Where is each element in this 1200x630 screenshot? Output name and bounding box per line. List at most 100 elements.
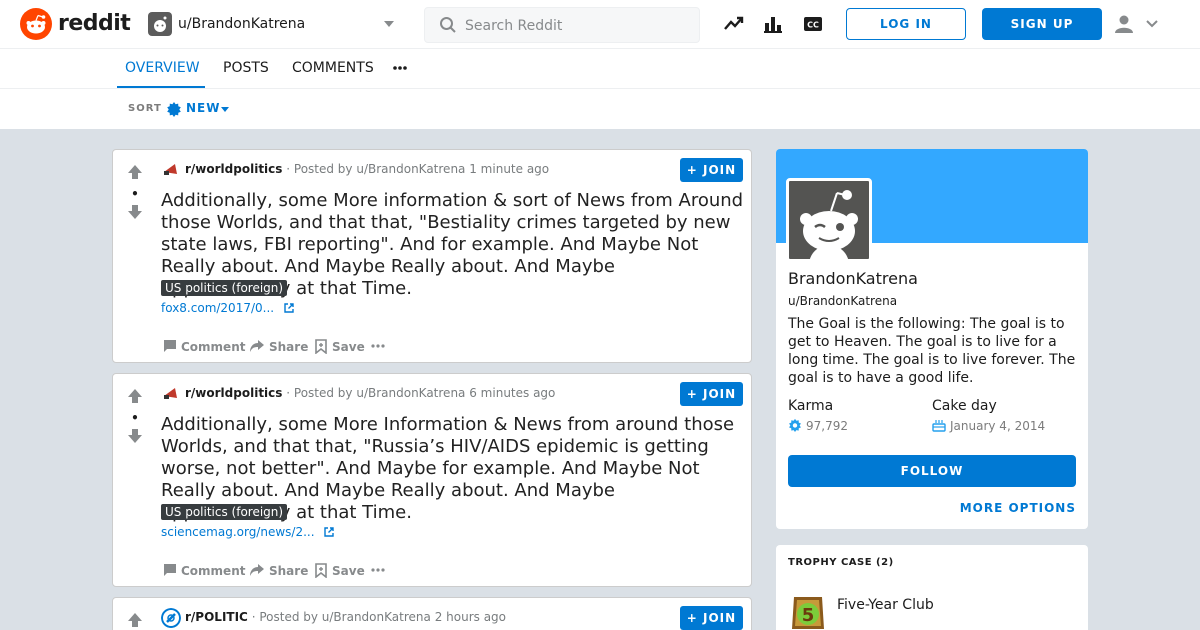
vote-column: • [125, 162, 145, 226]
subreddit-link[interactable]: r/worldpolitics [185, 386, 282, 400]
link-text: sciencemag.org/news/2... [161, 525, 315, 539]
user-avatar-icon [148, 12, 172, 36]
cakeday-label: Cake day [932, 398, 997, 414]
search-placeholder: Search Reddit [465, 18, 563, 34]
stats-icon[interactable] [761, 12, 785, 36]
top-header: reddit u/BrandonKatrena Search Reddit CC… [0, 0, 1200, 49]
trophy-case-title: TROPHY CASE (2) [788, 557, 894, 568]
upvote-icon[interactable] [125, 386, 145, 406]
subreddit-icon[interactable] [161, 160, 181, 180]
posted-by[interactable]: · Posted by u/BrandonKatrena [286, 386, 465, 400]
tab-comments[interactable]: COMMENTS [292, 60, 374, 76]
user-icon [1115, 15, 1133, 33]
comment-icon[interactable] [163, 563, 177, 577]
comment-icon[interactable] [163, 339, 177, 353]
post-time[interactable]: 6 minutes ago [469, 386, 555, 400]
chevron-down-icon [384, 21, 394, 27]
subreddit-link[interactable]: r/POLITIC [185, 610, 248, 624]
post-card[interactable]: • r/worldpolitics · Posted by u/BrandonK… [112, 373, 752, 587]
save-button[interactable]: Save [332, 340, 365, 354]
link-text: fox8.com/2017/0... [161, 301, 275, 315]
signup-button[interactable]: SIGN UP [982, 8, 1102, 40]
closed-caption-icon[interactable]: CC [801, 12, 825, 36]
current-page-name: u/BrandonKatrena [178, 16, 306, 32]
profile-username: u/BrandonKatrena [788, 294, 898, 308]
reddit-logo-icon[interactable] [20, 8, 52, 40]
vote-column [125, 610, 145, 630]
upvote-icon[interactable] [125, 162, 145, 182]
community-dropdown[interactable]: u/BrandonKatrena [146, 10, 398, 38]
more-options-button[interactable]: MORE OPTIONS [960, 501, 1076, 515]
trending-icon[interactable] [722, 12, 746, 36]
share-button[interactable]: Share [269, 564, 308, 578]
cake-icon [932, 420, 946, 432]
vote-score: • [131, 411, 139, 425]
trophy-case-card: TROPHY CASE (2) 5 Five-Year Club [776, 545, 1088, 630]
vote-column: • [125, 386, 145, 450]
reddit-wordmark[interactable]: reddit [58, 11, 131, 36]
karma-value: 97,792 [806, 419, 848, 433]
new-sort-icon [167, 102, 181, 117]
post-time[interactable]: 2 hours ago [435, 610, 506, 624]
chevron-down-icon [1146, 20, 1158, 28]
karma-label: Karma [788, 398, 834, 414]
login-button[interactable]: LOG IN [846, 8, 966, 40]
svg-text:5: 5 [802, 605, 815, 626]
more-options-icon[interactable] [371, 344, 385, 348]
profile-tabs: OVERVIEW POSTS COMMENTS [0, 49, 1200, 89]
comment-button[interactable]: Comment [181, 564, 245, 578]
tab-posts[interactable]: POSTS [223, 60, 269, 76]
join-button[interactable]: + JOIN [680, 606, 743, 630]
search-input[interactable]: Search Reddit [424, 7, 700, 43]
comment-button[interactable]: Comment [181, 340, 245, 354]
post-flair[interactable]: US politics (foreign) [161, 280, 288, 296]
vote-score: • [131, 187, 139, 201]
chevron-down-icon[interactable] [221, 107, 229, 112]
more-tabs-icon[interactable] [392, 65, 408, 71]
external-link-icon [324, 527, 335, 537]
save-button[interactable]: Save [332, 564, 365, 578]
post-time[interactable]: 1 minute ago [469, 162, 549, 176]
karma-icon [789, 418, 801, 432]
sort-label: SORT [128, 103, 162, 114]
downvote-icon[interactable] [125, 426, 145, 446]
external-link[interactable]: sciencemag.org/news/2... [161, 525, 335, 539]
post-card[interactable]: r/POLITIC · Posted by u/BrandonKatrena 2… [112, 597, 752, 630]
post-meta: r/POLITIC · Posted by u/BrandonKatrena 2… [185, 610, 506, 624]
post-card[interactable]: • r/worldpolitics · Posted by u/BrandonK… [112, 149, 752, 363]
five-year-club-trophy-icon: 5 [792, 597, 824, 629]
profile-avatar [786, 178, 872, 262]
tab-overview[interactable]: OVERVIEW [125, 60, 200, 76]
profile-display-name: BrandonKatrena [788, 269, 918, 288]
post-meta: r/worldpolitics · Posted by u/BrandonKat… [185, 386, 555, 400]
external-link[interactable]: fox8.com/2017/0... [161, 301, 294, 315]
downvote-icon[interactable] [125, 202, 145, 222]
share-icon[interactable] [249, 339, 265, 353]
sort-dropdown[interactable]: NEW [186, 101, 220, 115]
user-menu-dropdown[interactable] [1112, 12, 1162, 36]
save-icon[interactable] [315, 563, 327, 578]
posted-by[interactable]: · Posted by u/BrandonKatrena [286, 162, 465, 176]
active-tab-indicator [117, 86, 205, 88]
share-button[interactable]: Share [269, 340, 308, 354]
join-button[interactable]: + JOIN [680, 158, 743, 182]
join-button[interactable]: + JOIN [680, 382, 743, 406]
cakeday-value: January 4, 2014 [950, 419, 1046, 433]
profile-card: BrandonKatrena u/BrandonKatrena The Goal… [776, 149, 1088, 529]
snoo-avatar-icon [800, 190, 858, 259]
external-link-icon [284, 303, 294, 313]
more-options-icon[interactable] [371, 568, 385, 572]
post-flair[interactable]: US politics (foreign) [161, 504, 288, 520]
posted-by[interactable]: · Posted by u/BrandonKatrena [252, 610, 431, 624]
share-icon[interactable] [249, 563, 265, 577]
subreddit-icon[interactable] [161, 384, 181, 404]
subreddit-link[interactable]: r/worldpolitics [185, 162, 282, 176]
save-icon[interactable] [315, 339, 327, 354]
follow-button[interactable]: FOLLOW [788, 455, 1076, 487]
join-label: JOIN [703, 387, 737, 401]
subreddit-icon[interactable] [161, 608, 181, 628]
upvote-icon[interactable] [125, 610, 145, 630]
search-icon [440, 17, 456, 33]
join-label: JOIN [703, 163, 737, 177]
svg-text:CC: CC [807, 21, 819, 30]
